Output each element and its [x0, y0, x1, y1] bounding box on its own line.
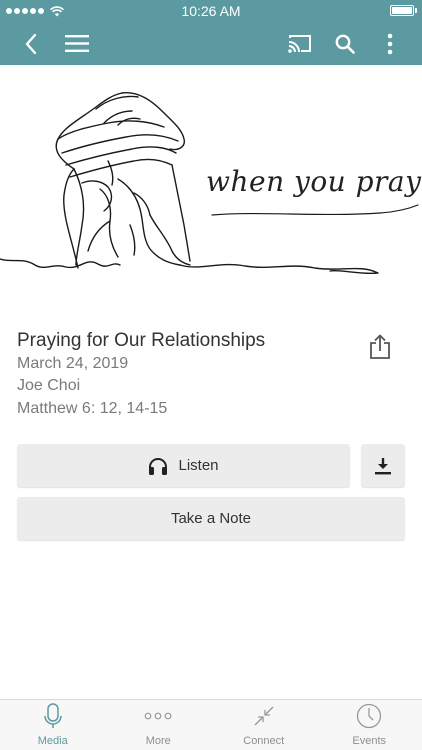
sermon-date: March 24, 2019	[17, 355, 129, 372]
sermon-scripture: Matthew 6: 12, 14-15	[17, 400, 168, 417]
share-icon	[370, 334, 390, 359]
hamburger-menu-icon	[65, 35, 89, 52]
navigation-bar	[0, 22, 422, 65]
battery-icon	[390, 5, 414, 16]
sermon-speaker: Joe Choi	[17, 377, 81, 394]
share-button[interactable]	[364, 331, 396, 363]
chevron-left-icon	[25, 33, 37, 54]
connect-arrows-icon	[254, 706, 274, 726]
clock-icon	[357, 703, 382, 729]
sermon-artwork: when you pray	[0, 65, 422, 300]
search-button[interactable]	[333, 22, 357, 65]
tab-connect[interactable]: Connect	[211, 700, 317, 750]
vertical-ellipsis-icon	[387, 33, 393, 54]
take-note-label: Take a Note	[170, 510, 252, 527]
battery-nub	[415, 8, 417, 13]
more-options-button[interactable]	[380, 22, 400, 65]
cast-icon	[288, 35, 311, 53]
cast-button[interactable]	[286, 22, 314, 65]
download-icon	[375, 457, 391, 474]
status-bar: 10:26 AM	[0, 0, 422, 22]
tab-bar: Media More Connect Events	[0, 699, 422, 750]
headphones-icon	[149, 457, 168, 475]
tab-label: Events	[352, 735, 387, 747]
listen-label: Listen	[178, 457, 219, 474]
tab-label: Connect	[243, 735, 285, 747]
tab-more[interactable]: More	[106, 700, 212, 750]
sermon-title: Praying for Our Relationships	[17, 330, 266, 351]
tab-media[interactable]: Media	[0, 700, 106, 750]
tab-events[interactable]: Events	[317, 700, 422, 750]
take-note-button[interactable]: Take a Note	[17, 497, 405, 540]
back-button[interactable]	[18, 22, 44, 65]
artwork-script-text: when you pray	[206, 165, 422, 198]
more-dots-icon	[144, 712, 172, 720]
status-time: 10:26 AM	[181, 3, 241, 19]
tab-label: Media	[37, 735, 68, 747]
tab-label: More	[145, 735, 171, 747]
download-button[interactable]	[361, 444, 405, 487]
search-icon	[335, 34, 355, 54]
menu-button[interactable]	[64, 22, 90, 65]
microphone-icon	[44, 703, 62, 728]
listen-button[interactable]: Listen	[17, 444, 350, 487]
